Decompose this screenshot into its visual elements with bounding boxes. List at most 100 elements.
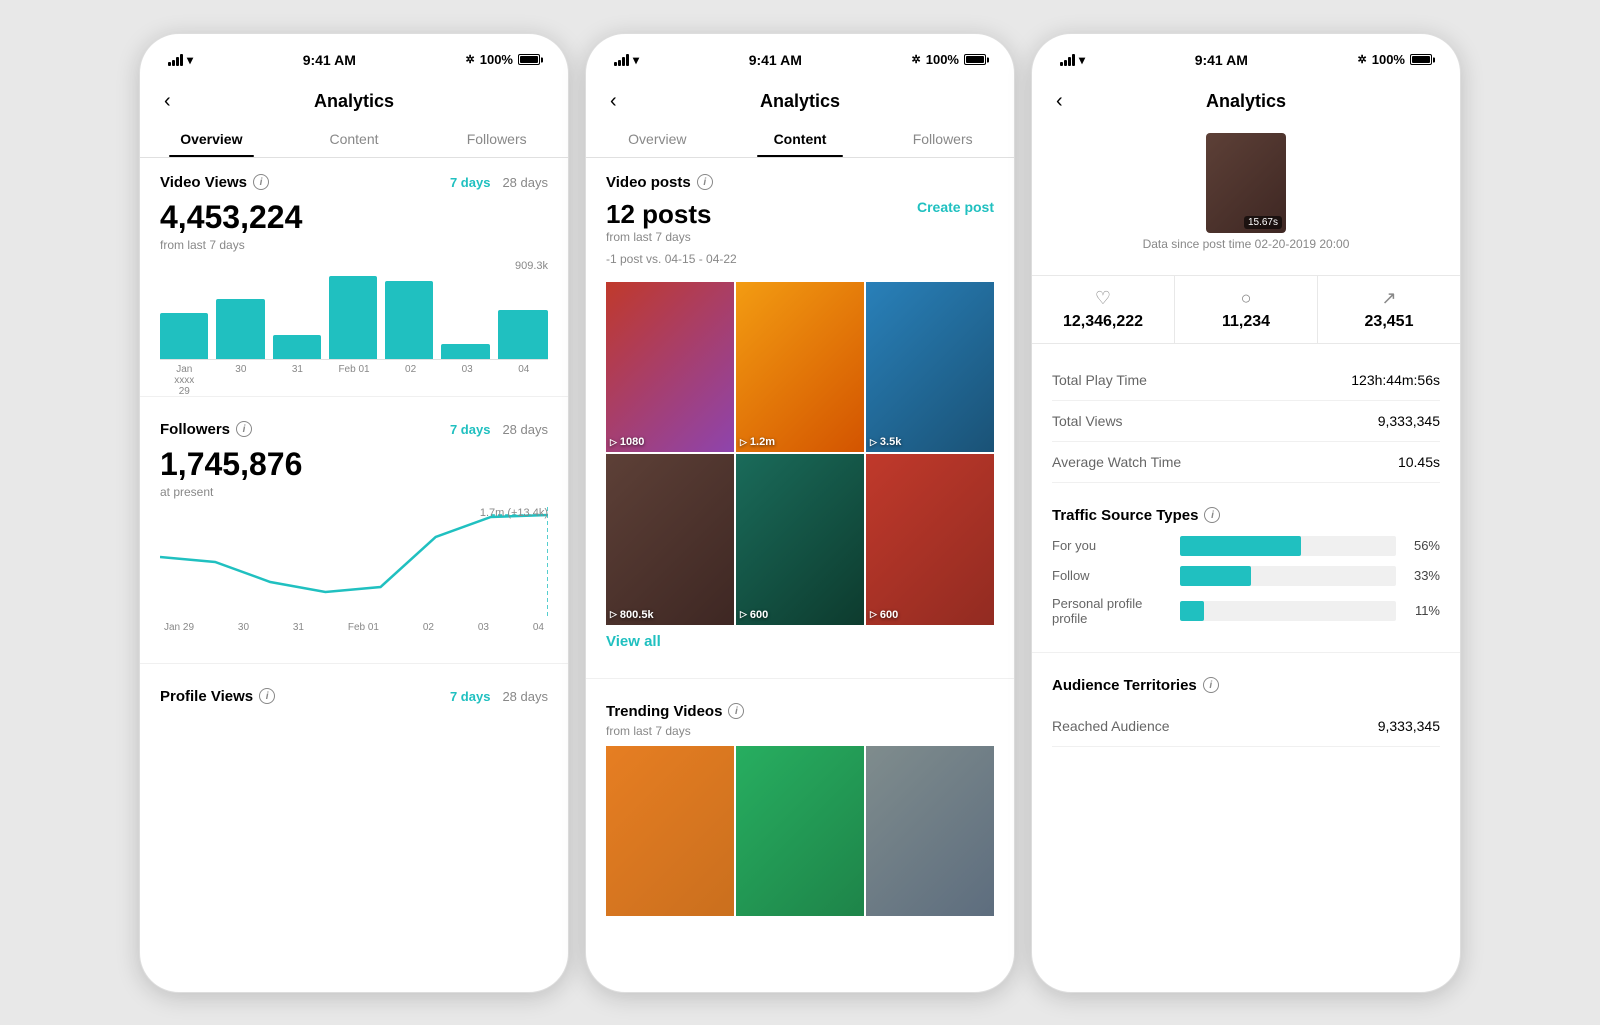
chart-labels: Janxxxx29 30 31 Feb 01 02 03 04 xyxy=(160,360,548,397)
bar-5 xyxy=(385,281,433,358)
total-views-row: Total Views 9,333,345 xyxy=(1052,401,1440,442)
signal-bar-2-1 xyxy=(614,62,617,66)
trending-thumb-3[interactable] xyxy=(866,746,994,917)
video-views-2: 1.2m xyxy=(750,436,775,448)
header-1: ‹ Analytics xyxy=(140,78,568,121)
profile-views-periods: 7 days 28 days xyxy=(450,689,548,704)
trending-thumb-1[interactable] xyxy=(606,746,734,917)
tab-overview-2[interactable]: Overview xyxy=(586,121,729,157)
video-views-6: 600 xyxy=(880,609,898,621)
bar-6 xyxy=(441,344,489,359)
share-icon: ↗ xyxy=(1318,288,1460,309)
trending-info-icon[interactable]: i xyxy=(728,703,744,719)
audience-info-icon[interactable]: i xyxy=(1203,677,1219,693)
video-posts-info-icon[interactable]: i xyxy=(697,174,713,190)
status-right-3: ✲ 100% xyxy=(1358,52,1432,67)
video-views-1: 1080 xyxy=(620,436,644,448)
video-posts-title: Video posts i xyxy=(606,174,713,191)
heart-icon: ♡ xyxy=(1032,288,1174,309)
video-views-periods: 7 days 28 days xyxy=(450,175,548,190)
chart-label-2: 30 xyxy=(217,364,266,397)
video-views-5: 600 xyxy=(750,609,768,621)
traffic-info-icon[interactable]: i xyxy=(1204,507,1220,523)
video-grid: ▷ 1080 ▷ 1.2m ▷ 3.5k xyxy=(606,282,994,625)
video-thumb-3[interactable]: ▷ 3.5k xyxy=(866,282,994,453)
trending-thumb-2[interactable] xyxy=(736,746,864,917)
signal-bar-2-2 xyxy=(618,60,621,66)
play-icon-5: ▷ xyxy=(740,609,747,620)
traffic-bar-3 xyxy=(1180,601,1204,621)
line-label-3: 31 xyxy=(293,622,304,633)
signal-bar-3-3 xyxy=(1068,57,1071,66)
divider-2 xyxy=(140,663,568,664)
profile-views-info-icon[interactable]: i xyxy=(259,688,275,704)
video-thumb-5[interactable]: ▷ 600 xyxy=(736,454,864,625)
line-label-4: Feb 01 xyxy=(348,622,379,633)
traffic-label-1: For you xyxy=(1052,538,1172,553)
video-thumb-1[interactable]: ▷ 1080 xyxy=(606,282,734,453)
period-7-btn[interactable]: 7 days xyxy=(450,175,490,190)
tab-content-2[interactable]: Content xyxy=(729,121,872,157)
line-label-5: 02 xyxy=(423,622,434,633)
total-views-value: 9,333,345 xyxy=(1378,413,1440,429)
profile-views-section: Profile Views i 7 days 28 days xyxy=(140,672,568,717)
phone-2: ▾ 9:41 AM ✲ 100% ‹ Analytics Overview Co… xyxy=(585,33,1015,993)
video-thumb-4[interactable]: ▷ 800.5k xyxy=(606,454,734,625)
stat-comments: ○ 11,234 xyxy=(1175,276,1318,343)
tab-followers-1[interactable]: Followers xyxy=(425,121,568,157)
video-views-info-icon[interactable]: i xyxy=(253,174,269,190)
traffic-bar-wrap-1 xyxy=(1180,536,1396,556)
play-icon-3: ▷ xyxy=(870,437,877,448)
stat-shares: ↗ 23,451 xyxy=(1318,276,1460,343)
bar-3 xyxy=(273,335,321,358)
tab-followers-2[interactable]: Followers xyxy=(871,121,1014,157)
tab-content-1[interactable]: Content xyxy=(283,121,426,157)
bar-1 xyxy=(160,313,208,359)
battery-pct-1: 100% xyxy=(480,52,513,67)
period-28-btn[interactable]: 28 days xyxy=(502,175,548,190)
video-views-chart: 909.3k Janxxxx29 30 31 Feb 0 xyxy=(160,260,548,380)
total-play-time-label: Total Play Time xyxy=(1052,372,1147,388)
comment-icon: ○ xyxy=(1175,288,1317,309)
traffic-row-2: Follow 33% xyxy=(1052,566,1440,586)
post-duration: 15.67s xyxy=(1244,216,1282,229)
video-views-3: 3.5k xyxy=(880,436,901,448)
battery-icon-3 xyxy=(1410,54,1432,65)
line-label-1: Jan 29 xyxy=(164,622,194,633)
signal-bars-1 xyxy=(168,54,183,66)
header-3: ‹ Analytics xyxy=(1032,78,1460,121)
play-icon-2: ▷ xyxy=(740,437,747,448)
line-chart-labels: Jan 29 30 31 Feb 01 02 03 04 xyxy=(160,622,548,633)
profile-7-btn[interactable]: 7 days xyxy=(450,689,490,704)
followers-28-btn[interactable]: 28 days xyxy=(502,422,548,437)
view-all-btn[interactable]: View all xyxy=(606,633,994,650)
trending-title: Trending Videos i xyxy=(606,703,744,720)
back-button-2[interactable]: ‹ xyxy=(602,86,625,117)
tab-overview-1[interactable]: Overview xyxy=(140,121,283,157)
followers-section: Followers i 7 days 28 days 1,745,876 at … xyxy=(140,405,568,655)
create-post-btn[interactable]: Create post xyxy=(917,199,994,215)
phone-2-scroll: Video posts i 12 posts from last 7 days … xyxy=(586,158,1014,992)
video-overlay-6: ▷ 600 xyxy=(870,609,898,621)
video-thumb-2[interactable]: ▷ 1.2m xyxy=(736,282,864,453)
back-button-3[interactable]: ‹ xyxy=(1048,86,1071,117)
video-overlay-4: ▷ 800.5k xyxy=(610,609,654,621)
video-thumb-6[interactable]: ▷ 600 xyxy=(866,454,994,625)
back-button-1[interactable]: ‹ xyxy=(156,86,179,117)
phone-1-scroll: Video Views i 7 days 28 days 4,453,224 f… xyxy=(140,158,568,992)
status-time-2: 9:41 AM xyxy=(749,52,802,68)
post-thumbnail[interactable]: 15.67s xyxy=(1206,133,1286,233)
followers-info-icon[interactable]: i xyxy=(236,421,252,437)
traffic-bar-2 xyxy=(1180,566,1251,586)
chart-max-label: 909.3k xyxy=(515,260,548,272)
status-right-1: ✲ 100% xyxy=(466,52,540,67)
trending-header: Trending Videos i xyxy=(606,703,994,720)
profile-28-btn[interactable]: 28 days xyxy=(502,689,548,704)
video-views-title: Video Views i xyxy=(160,174,269,191)
detail-rows: Total Play Time 123h:44m:56s Total Views… xyxy=(1032,360,1460,483)
followers-7-btn[interactable]: 7 days xyxy=(450,422,490,437)
wifi-icon-1: ▾ xyxy=(187,53,193,67)
wifi-icon-2: ▾ xyxy=(633,53,639,67)
wifi-icon-3: ▾ xyxy=(1079,53,1085,67)
reached-audience-row: Reached Audience 9,333,345 xyxy=(1052,706,1440,747)
